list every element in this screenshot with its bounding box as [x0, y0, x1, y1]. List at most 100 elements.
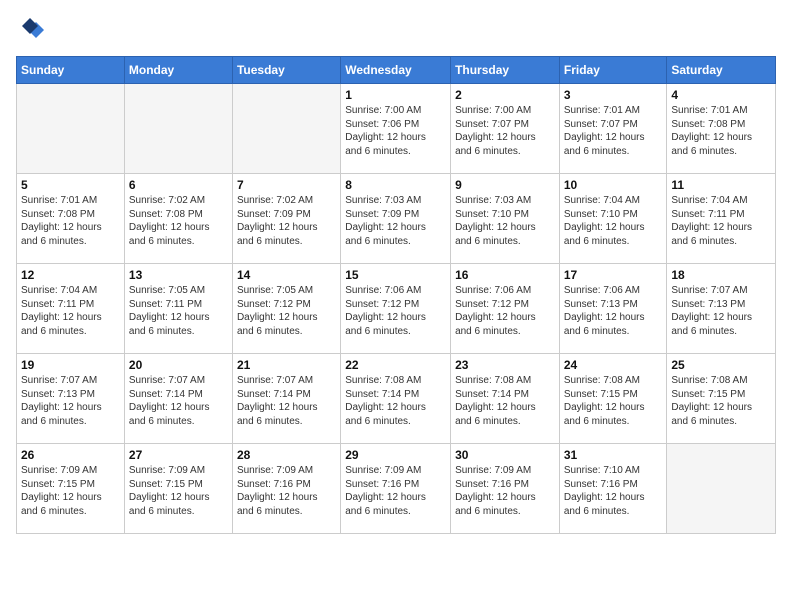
- calendar-cell: 10 Sunrise: 7:04 AM Sunset: 7:10 PM Dayli…: [559, 174, 667, 264]
- page-header: [16, 16, 776, 44]
- day-info: Sunrise: 7:05 AM Sunset: 7:12 PM Dayligh…: [237, 284, 336, 338]
- calendar-cell: 9 Sunrise: 7:03 AM Sunset: 7:10 PM Daylig…: [451, 174, 560, 264]
- day-info: Sunrise: 7:00 AM Sunset: 7:06 PM Dayligh…: [345, 104, 446, 158]
- day-number: 6: [129, 178, 228, 192]
- day-number: 24: [564, 358, 663, 372]
- calendar-cell: 11 Sunrise: 7:04 AM Sunset: 7:11 PM Dayli…: [667, 174, 776, 264]
- day-number: 10: [564, 178, 663, 192]
- week-row-5: 26 Sunrise: 7:09 AM Sunset: 7:15 PM Dayli…: [17, 444, 776, 534]
- calendar-cell: 14 Sunrise: 7:05 AM Sunset: 7:12 PM Dayli…: [232, 264, 340, 354]
- weekday-header-friday: Friday: [559, 57, 667, 84]
- calendar-cell: 7 Sunrise: 7:02 AM Sunset: 7:09 PM Daylig…: [232, 174, 340, 264]
- day-number: 15: [345, 268, 446, 282]
- calendar-cell: 2 Sunrise: 7:00 AM Sunset: 7:07 PM Daylig…: [451, 84, 560, 174]
- day-info: Sunrise: 7:04 AM Sunset: 7:10 PM Dayligh…: [564, 194, 663, 248]
- week-row-1: 1 Sunrise: 7:00 AM Sunset: 7:06 PM Daylig…: [17, 84, 776, 174]
- calendar-cell: 15 Sunrise: 7:06 AM Sunset: 7:12 PM Dayli…: [341, 264, 451, 354]
- day-number: 21: [237, 358, 336, 372]
- day-number: 3: [564, 88, 663, 102]
- day-number: 20: [129, 358, 228, 372]
- day-info: Sunrise: 7:04 AM Sunset: 7:11 PM Dayligh…: [21, 284, 120, 338]
- day-number: 31: [564, 448, 663, 462]
- logo: [16, 16, 48, 44]
- day-info: Sunrise: 7:00 AM Sunset: 7:07 PM Dayligh…: [455, 104, 555, 158]
- day-info: Sunrise: 7:06 AM Sunset: 7:12 PM Dayligh…: [455, 284, 555, 338]
- day-number: 19: [21, 358, 120, 372]
- calendar-cell: 18Sunrise: 7:07 AM Sunset: 7:13 PM Dayli…: [667, 264, 776, 354]
- day-info: Sunrise: 7:06 AM Sunset: 7:12 PM Dayligh…: [345, 284, 446, 338]
- day-info: Sunrise: 7:03 AM Sunset: 7:10 PM Dayligh…: [455, 194, 555, 248]
- day-number: 26: [21, 448, 120, 462]
- day-number: 8: [345, 178, 446, 192]
- calendar-cell: 16 Sunrise: 7:06 AM Sunset: 7:12 PM Dayli…: [451, 264, 560, 354]
- calendar-cell: [124, 84, 232, 174]
- calendar-cell: 1 Sunrise: 7:00 AM Sunset: 7:06 PM Daylig…: [341, 84, 451, 174]
- day-info: Sunrise: 7:07 AM Sunset: 7:13 PM Dayligh…: [21, 374, 120, 428]
- day-info: Sunrise: 7:05 AM Sunset: 7:11 PM Dayligh…: [129, 284, 228, 338]
- calendar-cell: [232, 84, 340, 174]
- day-info: Sunrise: 7:06 AM Sunset: 7:13 PM Dayligh…: [564, 284, 663, 338]
- calendar: SundayMondayTuesdayWednesdayThursdayFrid…: [16, 56, 776, 534]
- day-info: Sunrise: 7:09 AM Sunset: 7:15 PM Dayligh…: [21, 464, 120, 518]
- day-info: Sunrise: 7:09 AM Sunset: 7:16 PM Dayligh…: [237, 464, 336, 518]
- weekday-header-thursday: Thursday: [451, 57, 560, 84]
- calendar-cell: 21Sunrise: 7:07 AM Sunset: 7:14 PM Dayli…: [232, 354, 340, 444]
- calendar-cell: 13 Sunrise: 7:05 AM Sunset: 7:11 PM Dayli…: [124, 264, 232, 354]
- day-info: Sunrise: 7:08 AM Sunset: 7:15 PM Dayligh…: [564, 374, 663, 428]
- calendar-cell: 8 Sunrise: 7:03 AM Sunset: 7:09 PM Daylig…: [341, 174, 451, 264]
- day-info: Sunrise: 7:07 AM Sunset: 7:14 PM Dayligh…: [129, 374, 228, 428]
- calendar-cell: 17 Sunrise: 7:06 AM Sunset: 7:13 PM Dayli…: [559, 264, 667, 354]
- calendar-cell: [667, 444, 776, 534]
- day-number: 13: [129, 268, 228, 282]
- weekday-header-tuesday: Tuesday: [232, 57, 340, 84]
- logo-icon: [16, 16, 44, 44]
- weekday-header-saturday: Saturday: [667, 57, 776, 84]
- day-number: 11: [671, 178, 771, 192]
- day-number: 25: [671, 358, 771, 372]
- week-row-2: 5Sunrise: 7:01 AM Sunset: 7:08 PM Daylig…: [17, 174, 776, 264]
- day-number: 4: [671, 88, 771, 102]
- day-number: 28: [237, 448, 336, 462]
- day-number: 17: [564, 268, 663, 282]
- calendar-cell: 5Sunrise: 7:01 AM Sunset: 7:08 PM Daylig…: [17, 174, 125, 264]
- weekday-header-row: SundayMondayTuesdayWednesdayThursdayFrid…: [17, 57, 776, 84]
- day-info: Sunrise: 7:04 AM Sunset: 7:11 PM Dayligh…: [671, 194, 771, 248]
- calendar-cell: 19 Sunrise: 7:07 AM Sunset: 7:13 PM Dayli…: [17, 354, 125, 444]
- day-number: 23: [455, 358, 555, 372]
- day-number: 27: [129, 448, 228, 462]
- day-info: Sunrise: 7:02 AM Sunset: 7:09 PM Dayligh…: [237, 194, 336, 248]
- day-number: 12: [21, 268, 120, 282]
- day-info: Sunrise: 7:01 AM Sunset: 7:07 PM Dayligh…: [564, 104, 663, 158]
- calendar-cell: 29 Sunrise: 7:09 AM Sunset: 7:16 PM Dayli…: [341, 444, 451, 534]
- day-number: 5: [21, 178, 120, 192]
- day-number: 2: [455, 88, 555, 102]
- day-number: 16: [455, 268, 555, 282]
- calendar-cell: 24 Sunrise: 7:08 AM Sunset: 7:15 PM Dayli…: [559, 354, 667, 444]
- day-info: Sunrise: 7:10 AM Sunset: 7:16 PM Dayligh…: [564, 464, 663, 518]
- day-info: Sunrise: 7:09 AM Sunset: 7:15 PM Dayligh…: [129, 464, 228, 518]
- day-info: Sunrise: 7:01 AM Sunset: 7:08 PM Dayligh…: [671, 104, 771, 158]
- day-number: 29: [345, 448, 446, 462]
- day-number: 1: [345, 88, 446, 102]
- calendar-cell: 6 Sunrise: 7:02 AM Sunset: 7:08 PM Daylig…: [124, 174, 232, 264]
- calendar-cell: 3 Sunrise: 7:01 AM Sunset: 7:07 PM Daylig…: [559, 84, 667, 174]
- day-info: Sunrise: 7:02 AM Sunset: 7:08 PM Dayligh…: [129, 194, 228, 248]
- calendar-cell: 4 Sunrise: 7:01 AM Sunset: 7:08 PM Daylig…: [667, 84, 776, 174]
- calendar-cell: 28 Sunrise: 7:09 AM Sunset: 7:16 PM Dayli…: [232, 444, 340, 534]
- day-number: 14: [237, 268, 336, 282]
- calendar-cell: 30Sunrise: 7:09 AM Sunset: 7:16 PM Dayli…: [451, 444, 560, 534]
- calendar-cell: 23Sunrise: 7:08 AM Sunset: 7:14 PM Dayli…: [451, 354, 560, 444]
- day-number: 7: [237, 178, 336, 192]
- day-info: Sunrise: 7:08 AM Sunset: 7:14 PM Dayligh…: [345, 374, 446, 428]
- calendar-cell: 31 Sunrise: 7:10 AM Sunset: 7:16 PM Dayli…: [559, 444, 667, 534]
- day-info: Sunrise: 7:08 AM Sunset: 7:15 PM Dayligh…: [671, 374, 771, 428]
- day-number: 9: [455, 178, 555, 192]
- calendar-cell: 20 Sunrise: 7:07 AM Sunset: 7:14 PM Dayli…: [124, 354, 232, 444]
- day-info: Sunrise: 7:09 AM Sunset: 7:16 PM Dayligh…: [345, 464, 446, 518]
- calendar-cell: 27 Sunrise: 7:09 AM Sunset: 7:15 PM Dayli…: [124, 444, 232, 534]
- day-number: 18: [671, 268, 771, 282]
- day-info: Sunrise: 7:03 AM Sunset: 7:09 PM Dayligh…: [345, 194, 446, 248]
- day-number: 22: [345, 358, 446, 372]
- day-info: Sunrise: 7:09 AM Sunset: 7:16 PM Dayligh…: [455, 464, 555, 518]
- week-row-3: 12 Sunrise: 7:04 AM Sunset: 7:11 PM Dayli…: [17, 264, 776, 354]
